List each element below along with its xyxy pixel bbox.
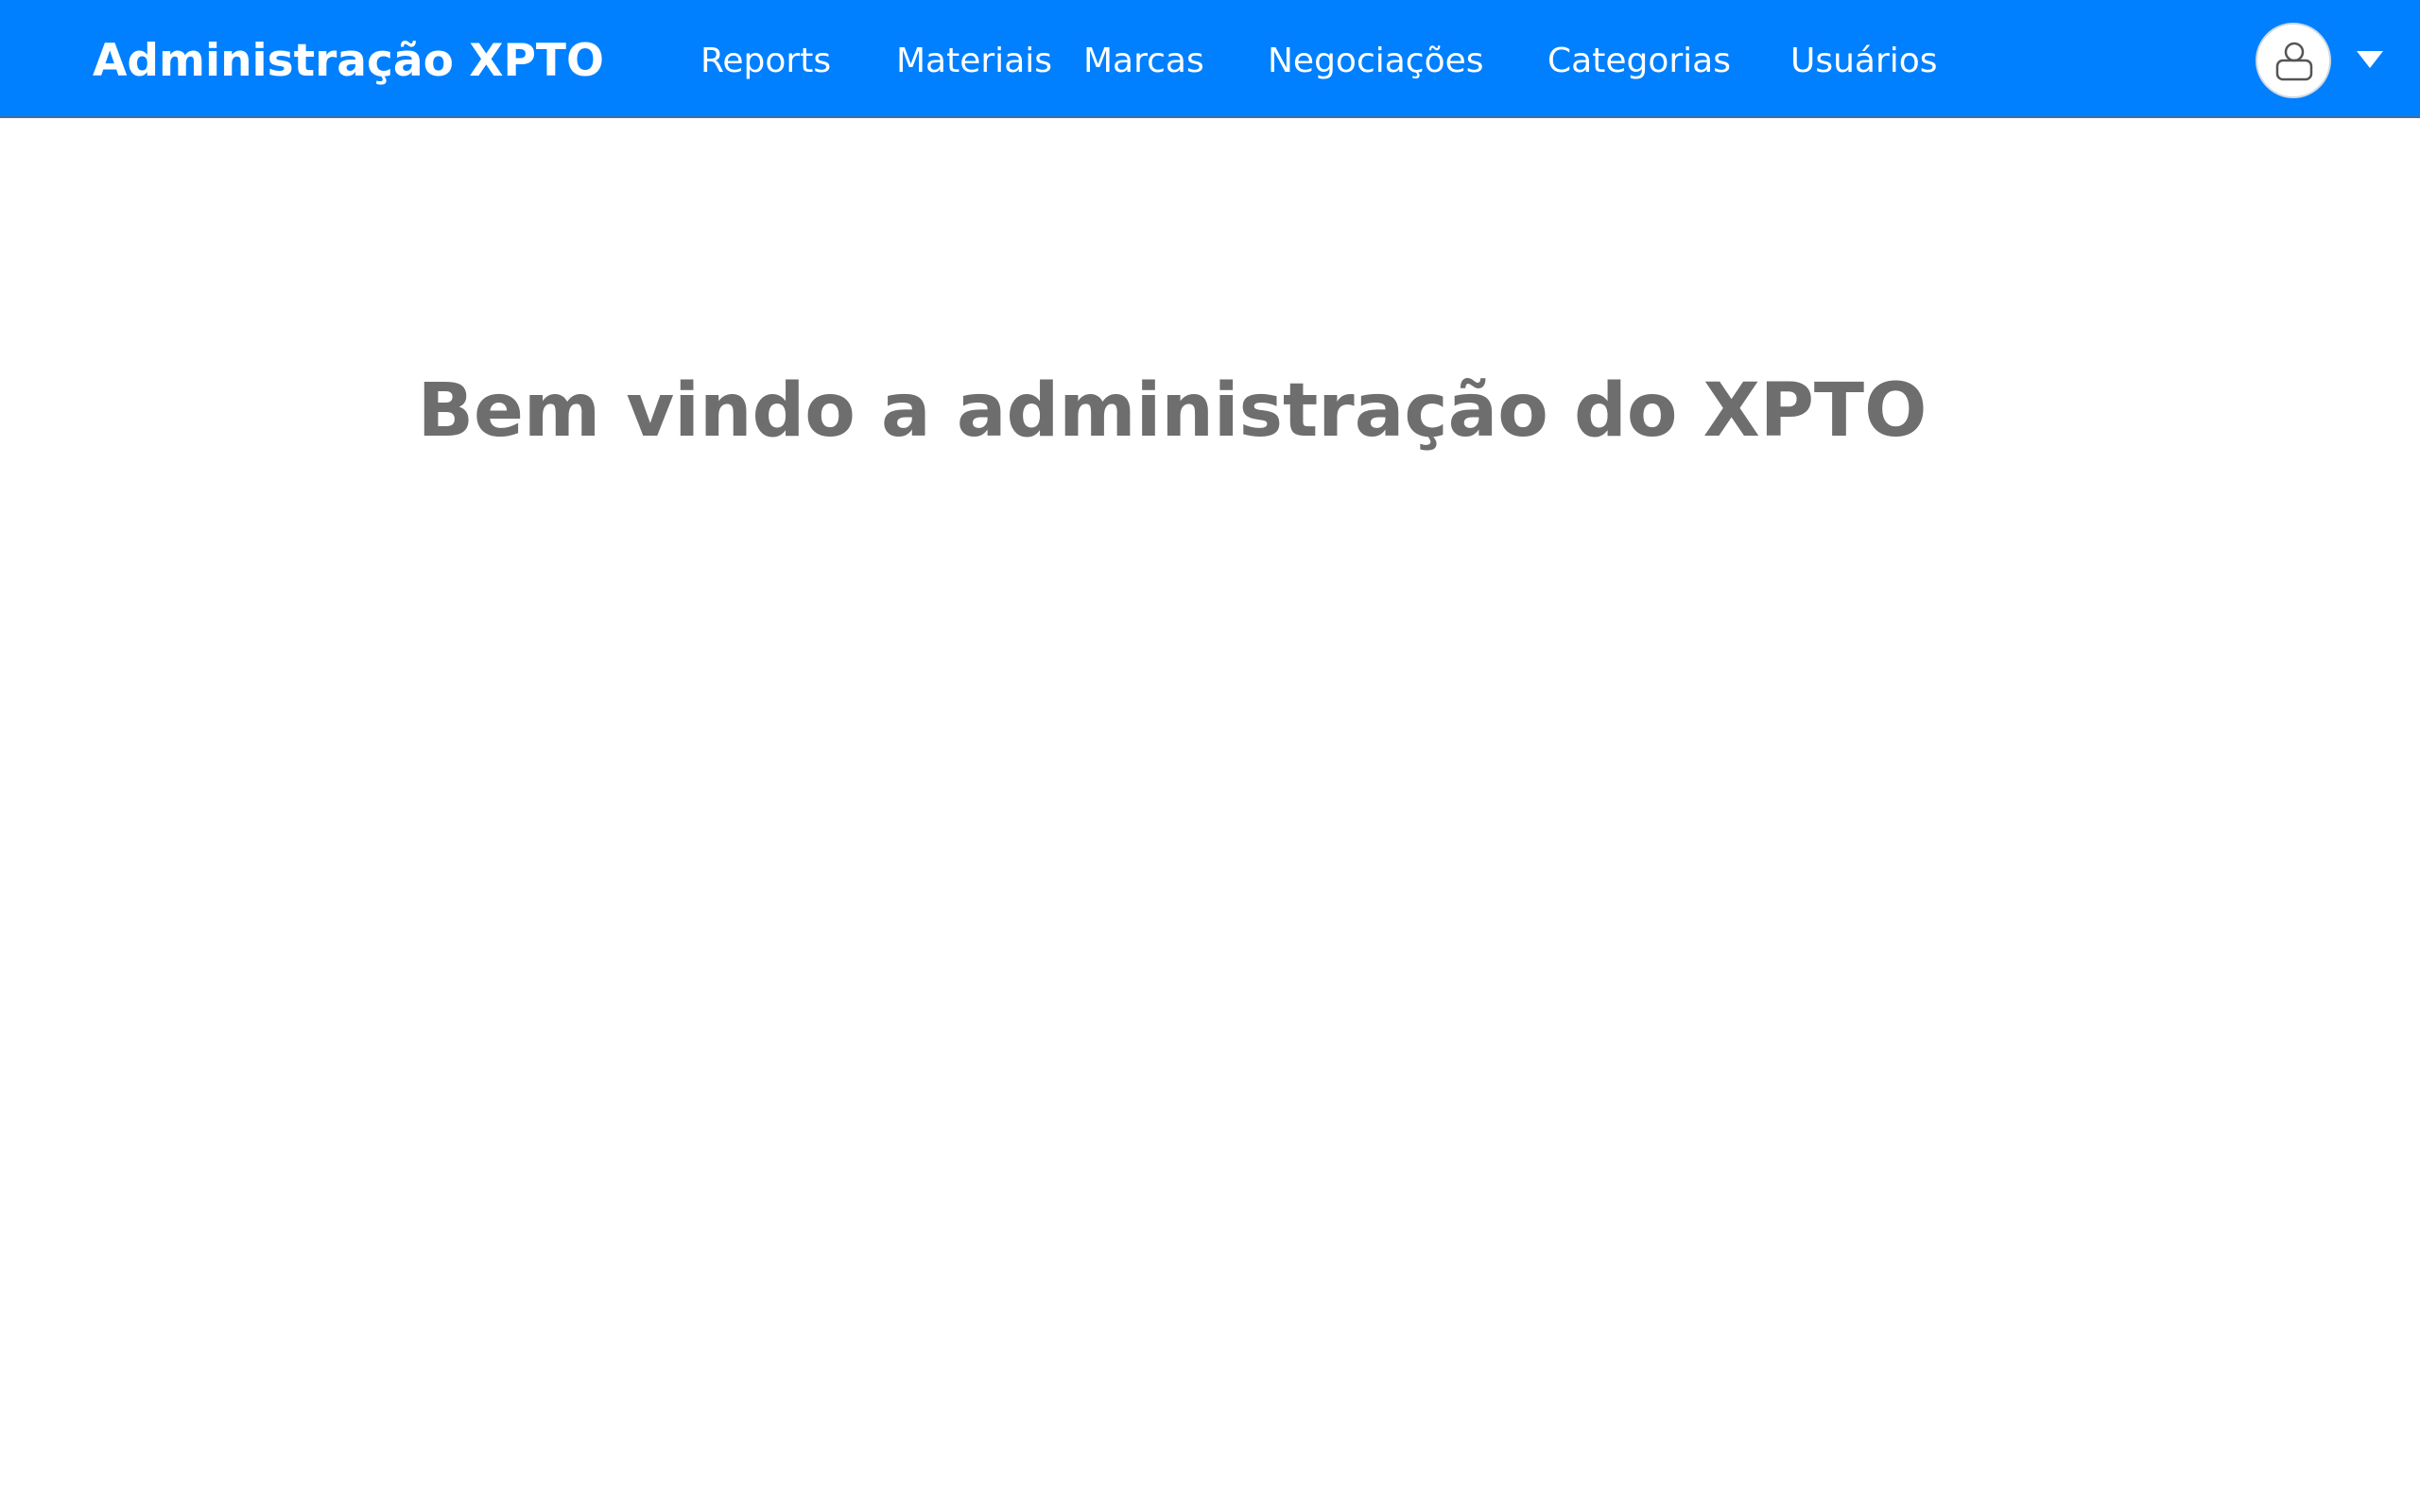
nav-link-usuarios[interactable]: Usuários <box>1790 0 1938 118</box>
nav-link-categorias[interactable]: Categorias <box>1547 0 1731 118</box>
nav-link-negociacoes[interactable]: Negociações <box>1268 0 1484 118</box>
top-navbar: Administração XPTO Reports Materiais Mar… <box>0 0 2420 118</box>
caret-down-icon[interactable] <box>2357 51 2383 68</box>
user-icon <box>2275 42 2313 81</box>
nav-link-marcas[interactable]: Marcas <box>1083 0 1204 118</box>
nav-link-materiais[interactable]: Materiais <box>896 0 1052 118</box>
welcome-title: Bem vindo a administração do XPTO <box>417 369 1927 455</box>
nav-link-reports[interactable]: Reports <box>700 0 831 118</box>
brand-title[interactable]: Administração XPTO <box>93 0 604 118</box>
user-avatar-button[interactable] <box>2256 23 2331 98</box>
